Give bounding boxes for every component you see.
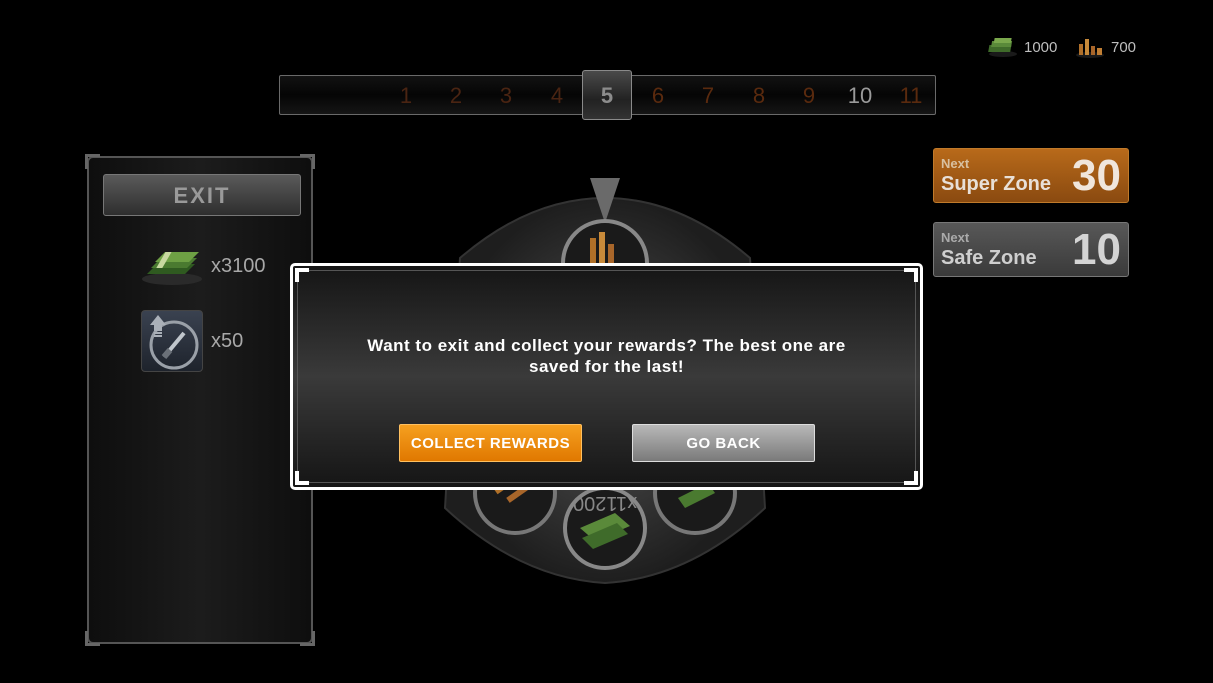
collect-rewards-button[interactable]: COLLECT REWARDS [399,424,582,462]
zone-number: 3 [499,83,513,108]
cash-stack-icon [988,36,1018,58]
dialog-corner [295,268,309,282]
rewards-panel: EXIT x3100 x50 [85,154,315,646]
cash-balance: 1000 [988,36,1057,58]
reward-item: x50 [141,310,243,372]
zone-number: 6 [651,83,665,108]
gold-balance: 700 [1075,36,1136,58]
zone-number: 1 [399,83,413,108]
cash-amount: 1000 [1024,38,1058,56]
panel-corner [300,154,315,169]
reward-count: x50 [211,329,244,352]
exit-button[interactable]: EXIT [103,174,301,216]
gold-bars-icon [1075,36,1105,58]
safe-zone-label: Safe Zone [941,247,1037,269]
panel-corner [85,631,100,646]
next-label: Next [941,230,970,245]
reward-item: x3100 [141,246,266,286]
panel-corner [85,154,100,169]
gold-amount: 700 [1111,38,1137,56]
dialog-message: Want to exit and collect your rewards? T… [367,336,846,376]
zone-number-safe: 10 [847,83,873,108]
super-zone-number: 30 [1072,151,1121,200]
safe-zone-number: 10 [1072,225,1121,274]
zone-number: 2 [449,83,463,108]
zone-number: 9 [802,83,816,108]
dialog-corner [295,471,309,485]
panel-corner [300,631,315,646]
next-super-zone-card: Next Super Zone 30 [933,148,1129,203]
zone-number: 7 [701,83,715,108]
current-zone-marker: 5 [582,70,632,120]
exit-confirm-dialog: Want to exit and collect your rewards? T… [290,263,923,490]
dialog-corner [904,471,918,485]
wheel-slot-label: x11200 [573,492,638,514]
next-label: Next [941,156,970,171]
go-back-button[interactable]: GO BACK [632,424,815,462]
next-safe-zone-card: Next Safe Zone 10 [933,222,1129,277]
knife-upgrade-icon [141,310,203,372]
zone-number: 8 [752,83,766,108]
zone-number: 11 [899,83,923,108]
reward-count: x3100 [211,254,266,277]
cash-stack-icon [141,246,203,286]
dialog-corner [904,268,918,282]
zone-number: 4 [550,83,564,108]
super-zone-label: Super Zone [941,173,1052,195]
